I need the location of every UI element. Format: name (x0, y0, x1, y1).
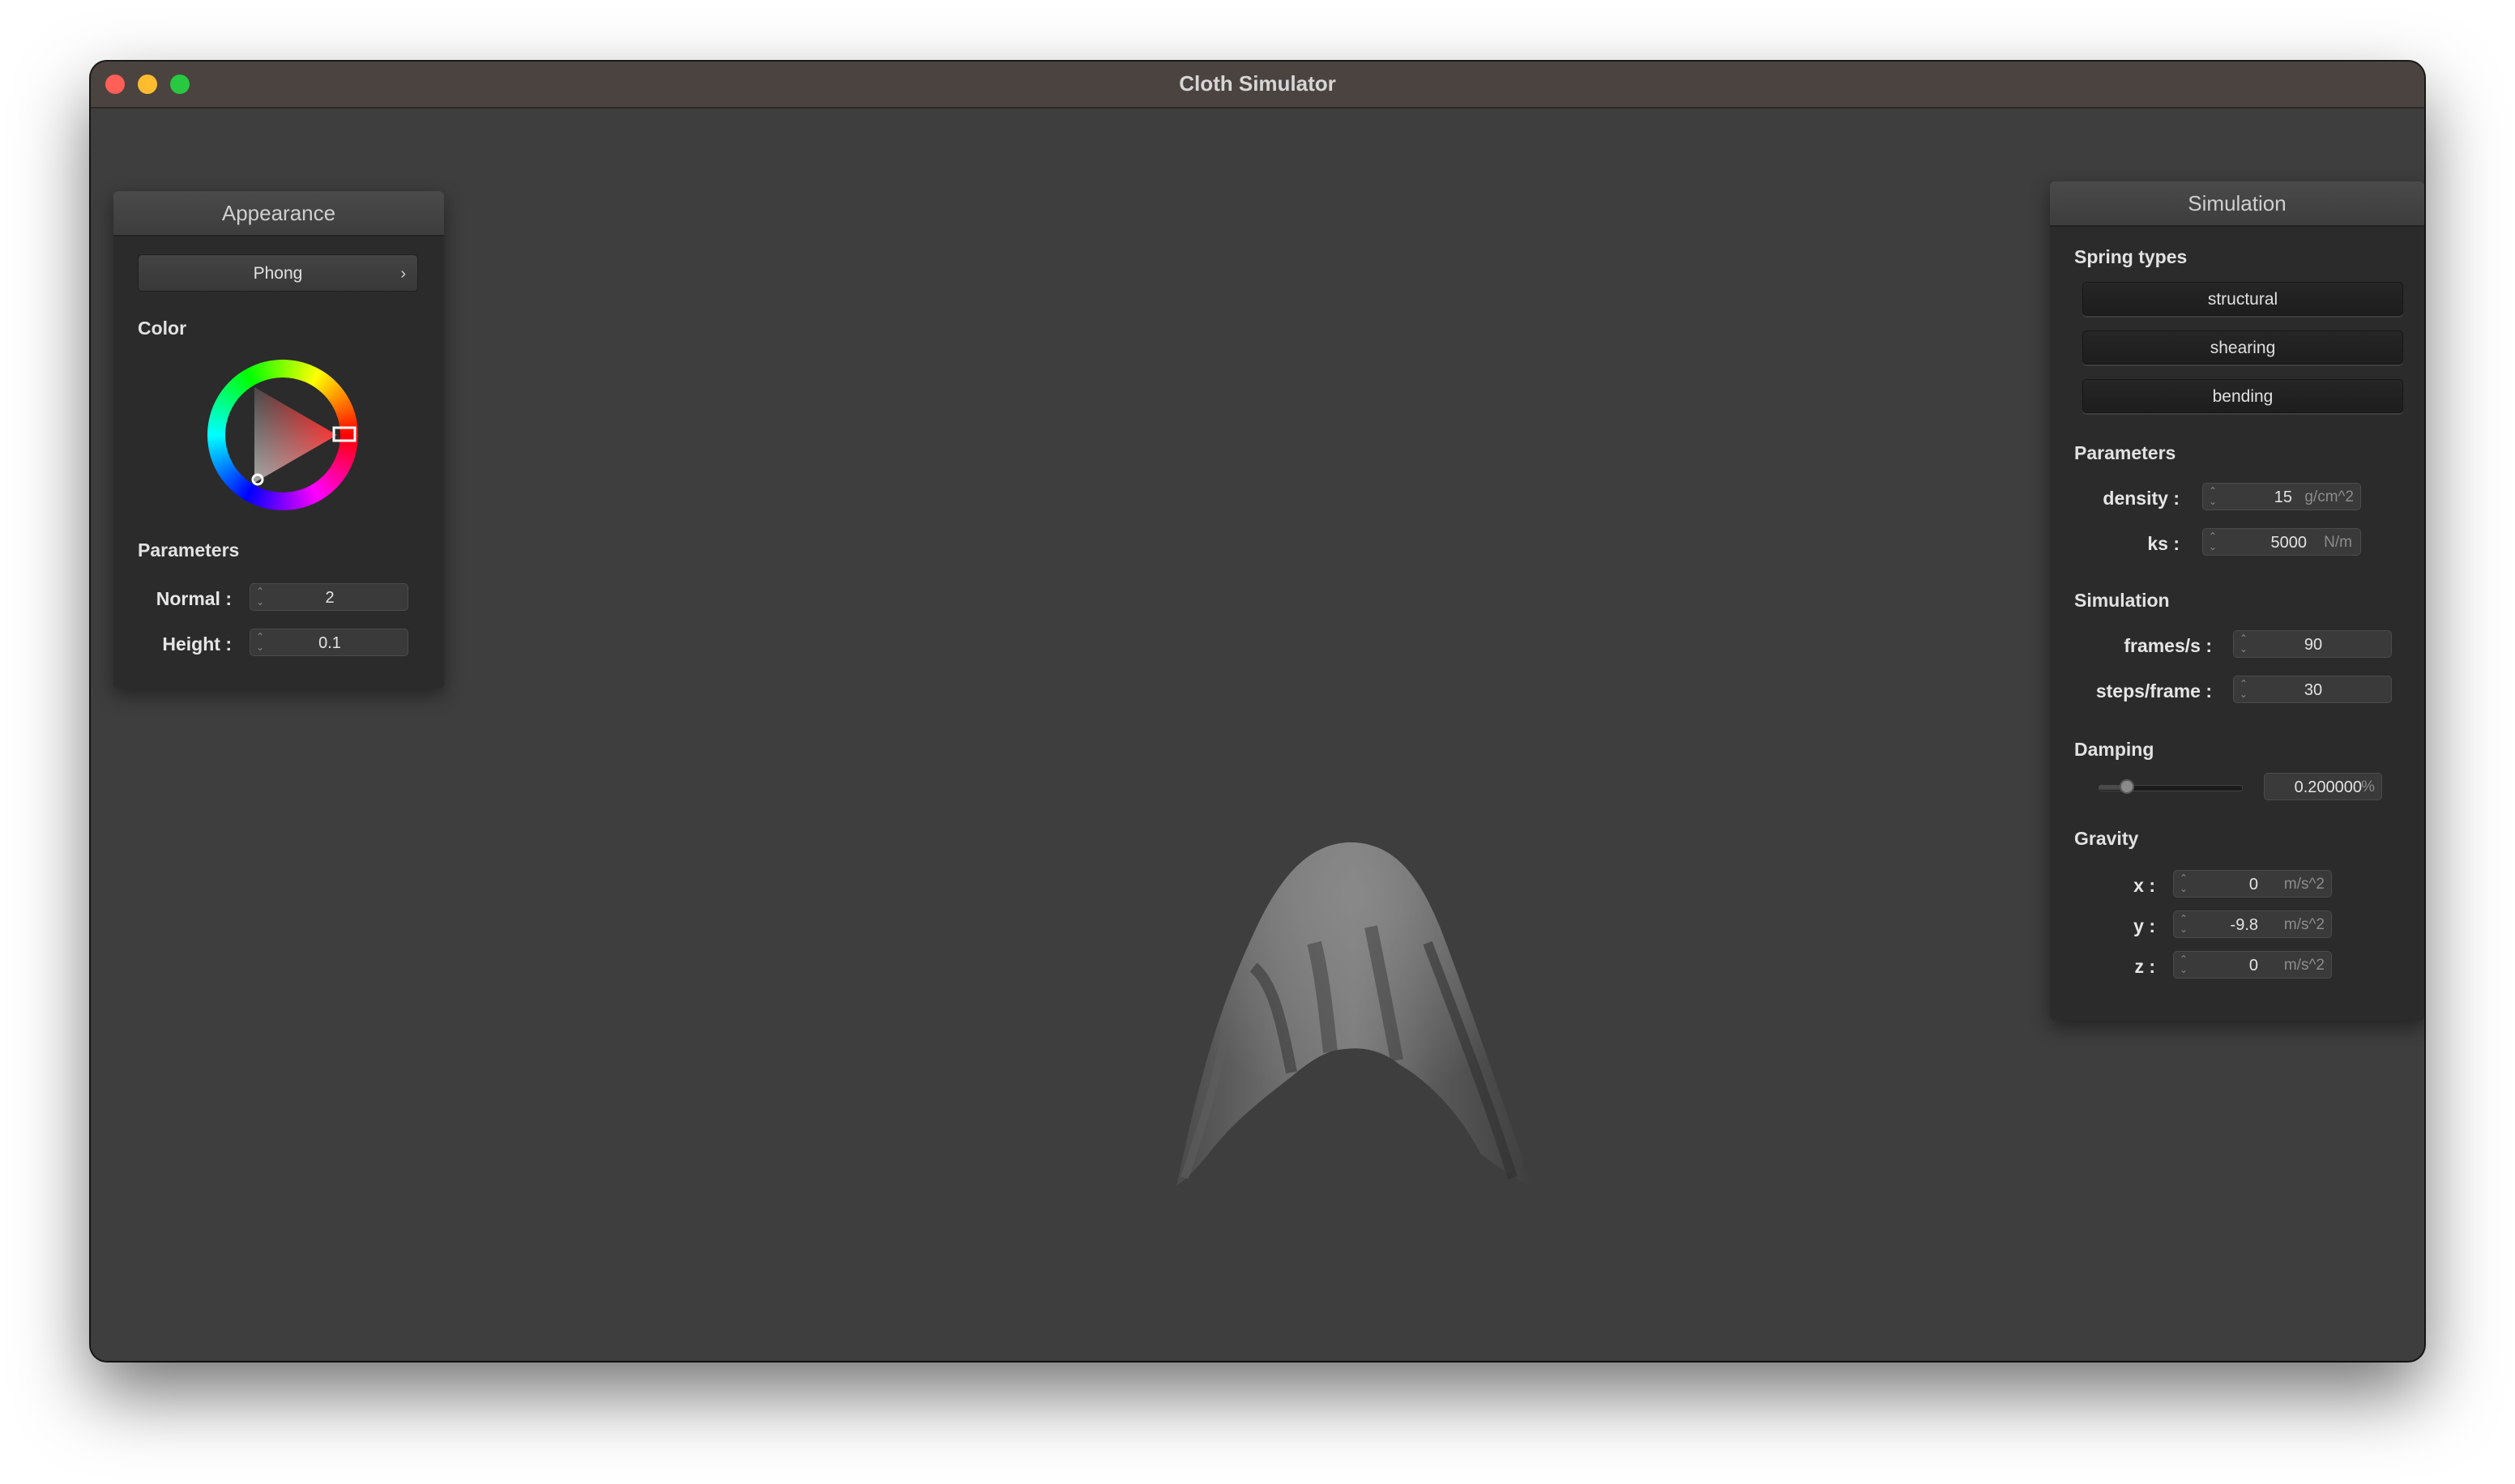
shader-select[interactable]: Phong › (138, 254, 418, 292)
title-bar: Cloth Simulator (91, 62, 2424, 109)
damping-field[interactable]: 0.200000 % (2264, 773, 2382, 800)
appearance-panel-header[interactable]: Appearance (113, 191, 444, 237)
gravity-x-value: 0 (2248, 876, 2258, 893)
3d-viewport[interactable]: Appearance Phong › Color Parameters Norm… (91, 109, 2424, 1361)
structural-spring-button[interactable]: structural (2082, 282, 2403, 316)
density-label: density : (2103, 488, 2180, 509)
damping-slider[interactable] (2099, 778, 2243, 797)
gravity-y-field[interactable]: ⌃ ⌄ -9.8 m/s^2 (2173, 910, 2332, 938)
height-value: 0.1 (318, 634, 341, 652)
height-label: Height : (162, 633, 232, 655)
density-unit: g/cm^2 (2304, 488, 2354, 505)
stepper-arrows-icon[interactable]: ⌃ ⌄ (2208, 531, 2218, 554)
fps-field[interactable]: ⌃ ⌄ 90 (2233, 630, 2392, 658)
steps-label: steps/frame : (2095, 680, 2212, 701)
app-window: Cloth Simulator Appearance Phong › Color… (91, 62, 2424, 1361)
gravity-y-label: y : (2133, 915, 2155, 936)
color-label: Color (138, 318, 187, 339)
normal-label: Normal : (156, 588, 232, 609)
fps-value: 90 (2304, 636, 2323, 654)
bending-spring-button[interactable]: bending (2082, 379, 2403, 413)
ks-label: ks : (2147, 533, 2180, 554)
damping-unit: % (2361, 778, 2375, 795)
stepper-arrows-icon[interactable]: ⌃ ⌄ (2179, 873, 2188, 896)
simulation-parameters-label: Parameters (2074, 442, 2176, 463)
ks-field[interactable]: ⌃ ⌄ 5000 N/m (2202, 528, 2361, 556)
gravity-z-value: 0 (2248, 957, 2258, 974)
ks-unit: N/m (2324, 534, 2352, 551)
simulation-panel: Simulation Spring types structural shear… (2050, 181, 2424, 1021)
appearance-parameters-label: Parameters (138, 539, 240, 561)
gravity-x-label: x : (2133, 875, 2155, 896)
density-field[interactable]: ⌃ ⌄ 15 g/cm^2 (2202, 483, 2361, 510)
window-title: Cloth Simulator (1179, 71, 1336, 96)
chevron-right-icon: › (400, 265, 406, 283)
normal-field[interactable]: ⌃ ⌄ 2 (250, 583, 408, 611)
gravity-x-unit: m/s^2 (2283, 876, 2325, 893)
cloth-mesh (1176, 842, 1533, 1188)
gravity-z-field[interactable]: ⌃ ⌄ 0 m/s^2 (2173, 951, 2332, 979)
hue-selector-handle[interactable] (332, 426, 357, 442)
stepper-arrows-icon[interactable]: ⌃ ⌄ (2179, 954, 2188, 977)
color-wheel[interactable] (207, 360, 358, 510)
color-triangle[interactable] (207, 360, 358, 510)
gravity-z-unit: m/s^2 (2283, 957, 2325, 974)
simulation-panel-header[interactable]: Simulation (2050, 181, 2424, 227)
normal-value: 2 (325, 589, 335, 607)
gravity-label: Gravity (2074, 828, 2139, 849)
damping-label: Damping (2074, 739, 2154, 760)
spring-types-label: Spring types (2074, 246, 2188, 267)
gravity-z-label: z : (2134, 956, 2155, 977)
fps-label: frames/s : (2124, 635, 2212, 656)
ks-value: 5000 (2270, 534, 2308, 552)
gravity-y-value: -9.8 (2230, 916, 2258, 934)
height-field[interactable]: ⌃ ⌄ 0.1 (250, 629, 408, 656)
shearing-spring-button[interactable]: shearing (2082, 330, 2403, 365)
gravity-x-field[interactable]: ⌃ ⌄ 0 m/s^2 (2173, 870, 2332, 898)
stepper-arrows-icon[interactable]: ⌃ ⌄ (2208, 486, 2218, 509)
shader-select-value: Phong (253, 264, 303, 283)
steps-value: 30 (2304, 681, 2323, 699)
damping-value: 0.200000 (2294, 778, 2362, 796)
simulation-section-label: Simulation (2074, 590, 2170, 611)
stepper-arrows-icon[interactable]: ⌃ ⌄ (2179, 914, 2188, 936)
steps-field[interactable]: ⌃ ⌄ 30 (2233, 676, 2392, 703)
gravity-y-unit: m/s^2 (2283, 916, 2325, 933)
density-value: 15 (2274, 488, 2292, 506)
damping-slider-thumb[interactable] (2120, 779, 2134, 794)
appearance-panel: Appearance Phong › Color Parameters Norm… (113, 191, 444, 689)
